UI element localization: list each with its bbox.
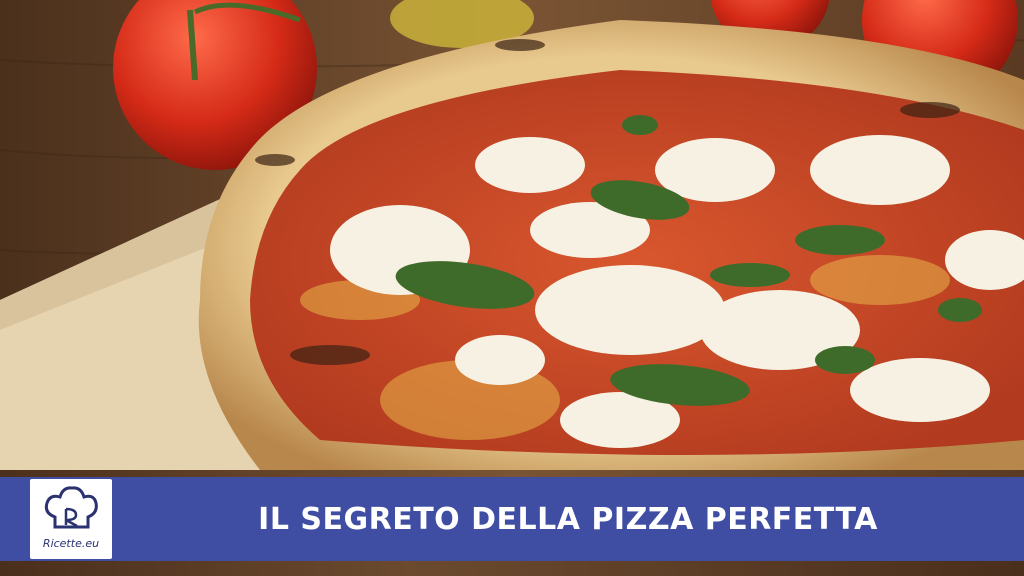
- table-edge: [0, 561, 1024, 576]
- site-logo[interactable]: Ricette.eu: [30, 479, 112, 559]
- headline: IL SEGRETO DELLA PIZZA PERFETTA: [258, 501, 878, 537]
- logo-text: Ricette.eu: [42, 537, 100, 550]
